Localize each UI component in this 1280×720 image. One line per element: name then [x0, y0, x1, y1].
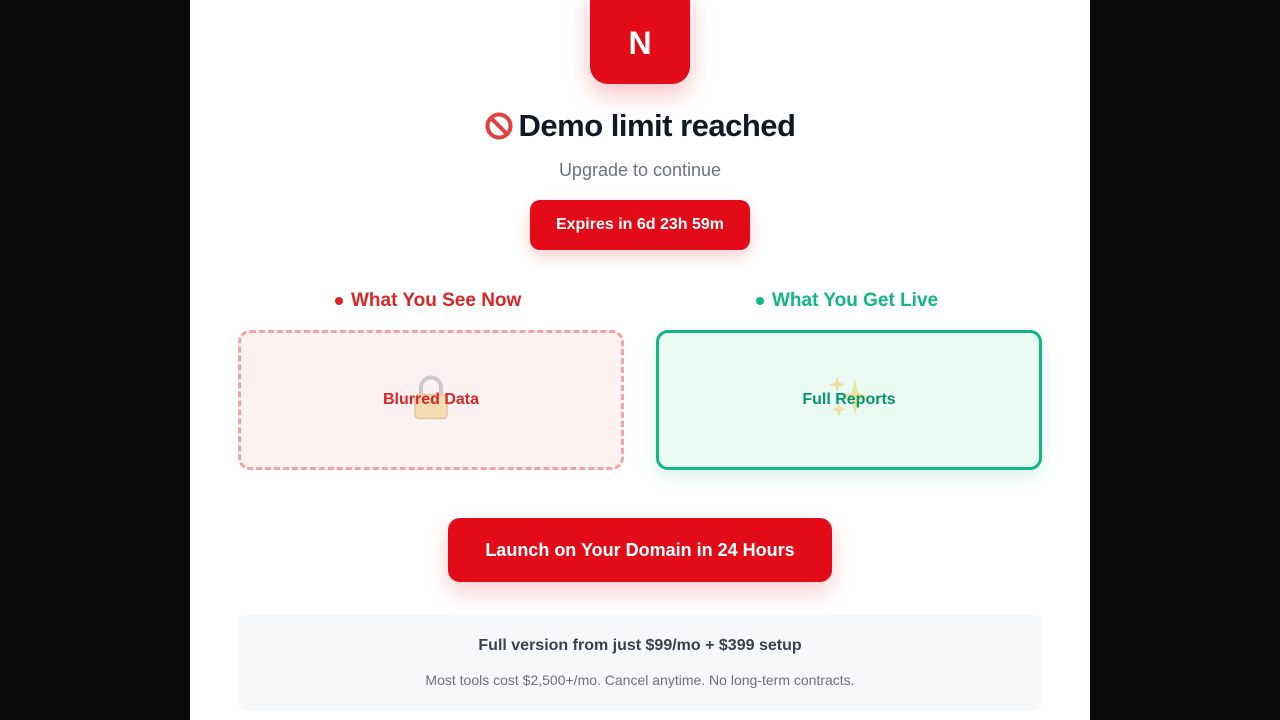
red-dot-icon: [335, 297, 343, 305]
full-reports-card: Full Reports: [656, 330, 1042, 470]
page-subtitle: Upgrade to continue: [558, 160, 722, 180]
now-heading: What You See Now: [335, 290, 521, 312]
page-title-text: Demo limit reached: [518, 108, 796, 143]
brand-logo: N: [590, 0, 690, 84]
green-dot-icon: [756, 297, 764, 305]
live-heading: What You Get Live: [756, 290, 938, 312]
pricing-headline: Full version from just $99/mo + $399 set…: [478, 637, 802, 654]
launch-button[interactable]: Launch on Your Domain in 24 Hours: [448, 518, 832, 582]
blurred-data-label: Blurred Data: [382, 391, 480, 408]
full-reports-label: Full Reports: [802, 391, 896, 408]
upgrade-panel: N Demo limit reached Upgrade to continue…: [190, 0, 1090, 720]
live-heading-text: What You Get Live: [772, 290, 939, 311]
pricing-box: Full version from just $99/mo + $399 set…: [238, 615, 1042, 711]
pricing-note: Most tools cost $2,500+/mo. Cancel anyti…: [425, 672, 855, 688]
page-title: Demo limit reached: [190, 108, 1090, 144]
now-heading-text: What You See Now: [351, 290, 522, 311]
expires-badge[interactable]: Expires in 6d 23h 59m: [530, 200, 750, 250]
brand-logo-letter: N: [628, 24, 652, 61]
prohibited-icon: [485, 112, 513, 140]
blurred-data-card: Blurred Data: [238, 330, 624, 470]
